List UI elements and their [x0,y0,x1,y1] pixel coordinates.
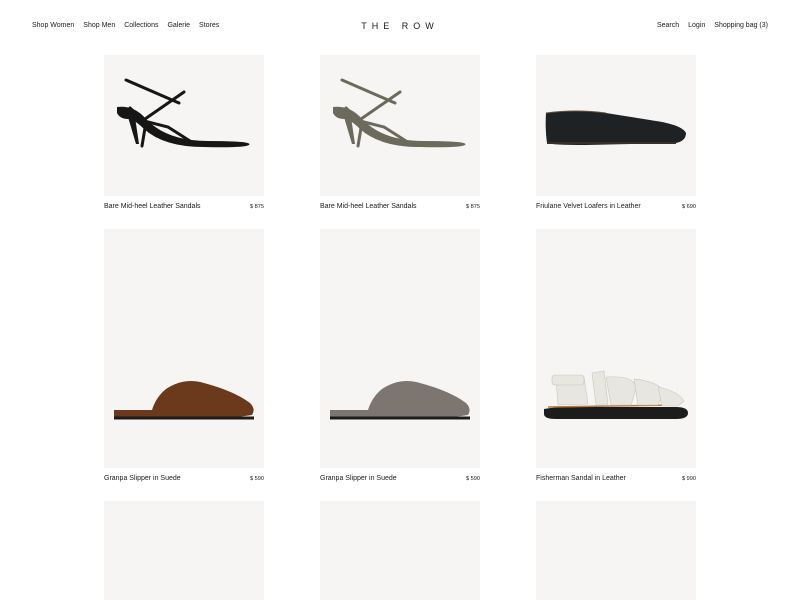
product-meta: Granpa Slipper in Suede $ 590 [104,475,264,482]
product-image-placeholder[interactable] [104,501,264,600]
product-meta: Bare Mid-heel Leather Sandals $ 875 [320,203,480,210]
product-name[interactable]: Granpa Slipper in Suede [320,475,397,482]
product-price: $ 990 [682,476,696,482]
product-card[interactable]: Bare Mid-heel Leather Sandals $ 875 [104,55,264,210]
product-image[interactable] [104,55,264,196]
nav-search[interactable]: Search [657,22,679,29]
product-meta: Granpa Slipper in Suede $ 590 [320,475,480,482]
product-price: $ 690 [682,204,696,210]
product-card[interactable] [320,501,480,600]
product-image[interactable] [320,55,480,196]
product-price: $ 590 [466,476,480,482]
product-price: $ 875 [250,204,264,210]
nav-login[interactable]: Login [688,22,705,29]
fisherman-sandal-icon [544,370,688,419]
sandal-icon [333,78,466,148]
product-image[interactable] [104,229,264,468]
product-name[interactable]: Granpa Slipper in Suede [104,475,181,482]
product-name[interactable]: Fisherman Sandal in Leather [536,475,626,482]
product-price: $ 590 [250,476,264,482]
product-image[interactable] [536,229,696,468]
product-meta: Bare Mid-heel Leather Sandals $ 875 [104,203,264,210]
product-image-placeholder[interactable] [320,501,480,600]
product-name[interactable]: Bare Mid-heel Leather Sandals [320,203,417,210]
product-name[interactable]: Bare Mid-heel Leather Sandals [104,203,201,210]
product-card[interactable]: Granpa Slipper in Suede $ 590 [320,229,480,482]
product-image[interactable] [320,229,480,468]
product-name[interactable]: Friulane Velvet Loafers in Leather [536,203,641,210]
slipper-icon [114,381,254,420]
product-image-placeholder[interactable] [536,501,696,600]
product-card[interactable]: Bare Mid-heel Leather Sandals $ 875 [320,55,480,210]
product-card[interactable] [104,501,264,600]
product-meta: Friulane Velvet Loafers in Leather $ 690 [536,203,696,210]
product-card[interactable]: Fisherman Sandal in Leather $ 990 [536,229,696,482]
loafer-icon [545,110,686,145]
product-meta: Fisherman Sandal in Leather $ 990 [536,475,696,482]
product-card[interactable]: Granpa Slipper in Suede $ 590 [104,229,264,482]
product-card[interactable]: Friulane Velvet Loafers in Leather $ 690 [536,55,696,210]
slipper-icon [330,381,470,420]
product-price: $ 875 [466,204,480,210]
nav-shopping-bag[interactable]: Shopping bag (3) [714,22,768,29]
sandal-icon [117,78,250,148]
nav-right: Search Login Shopping bag (3) [657,22,768,29]
product-card[interactable] [536,501,696,600]
top-nav: Shop Women Shop Men Collections Galerie … [0,0,800,56]
product-image[interactable] [536,55,696,196]
